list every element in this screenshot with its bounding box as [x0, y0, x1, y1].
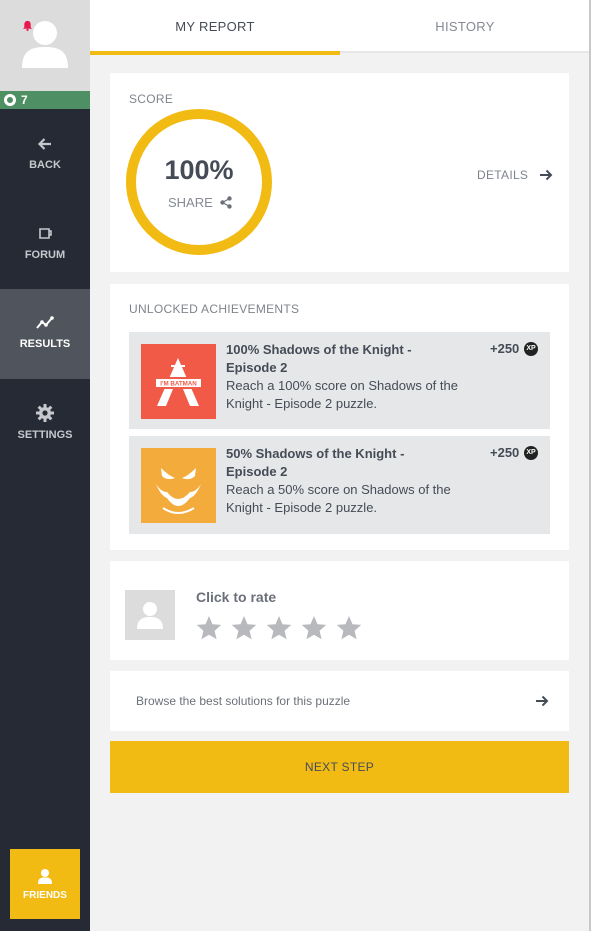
browse-solutions-link[interactable]: Browse the best solutions for this puzzl… [110, 671, 569, 731]
xp-badge-icon: XP [524, 446, 538, 460]
star-icon[interactable] [336, 615, 362, 641]
achievements-label: UNLOCKED ACHIEVEMENTS [129, 302, 300, 316]
nav-forum-label: FORUM [24, 249, 66, 261]
level-bar: 7 [0, 91, 90, 109]
score-value: 100% [164, 155, 234, 185]
nav-results-label: RESULTS [19, 338, 71, 350]
friends-icon [38, 869, 52, 884]
nav-back-label: BACK [29, 159, 61, 171]
sidebar: 7 BACK FORUM RESULTS SETTINGS FRIENDS [0, 0, 90, 931]
achievement-item: I'M BATMAN 100% Shadows of the Knight - … [129, 332, 550, 429]
rate-label: Click to rate [196, 589, 277, 605]
chart-line-icon [36, 316, 54, 329]
achievement-image [141, 448, 216, 523]
user-placeholder-icon [137, 602, 163, 629]
achievement-item: 50% Shadows of the Knight - Episode 2 Re… [129, 436, 550, 534]
nav-results[interactable]: RESULTS [0, 289, 90, 379]
gear-icon [36, 404, 54, 422]
friends-label: FRIENDS [23, 890, 67, 901]
forum-icon [39, 228, 52, 239]
friends-button[interactable]: FRIENDS [10, 849, 80, 919]
level-icon [4, 94, 16, 106]
level-value: 7 [21, 93, 28, 107]
achievement-description: Reach a 100% score on Shadows of the Kni… [226, 378, 458, 411]
share-icon[interactable] [220, 196, 232, 209]
achievement-title: 50% Shadows of the Knight - Episode 2 [226, 446, 405, 479]
share-button[interactable]: SHARE [168, 195, 213, 210]
notification-bell-icon[interactable] [22, 20, 33, 31]
user-avatar[interactable] [0, 0, 90, 91]
joker-face-icon [156, 468, 201, 514]
achievement-description: Reach a 50% score on Shadows of the Knig… [226, 482, 451, 515]
achievement-xp: +250 [490, 445, 520, 460]
arrow-right-icon [536, 695, 549, 707]
nav-settings-label: SETTINGS [17, 429, 73, 441]
star-icon[interactable] [266, 615, 292, 641]
report-tabs: MY REPORT HISTORY [90, 0, 590, 55]
achievement-image: I'M BATMAN [141, 344, 216, 419]
nav-settings[interactable]: SETTINGS [0, 390, 90, 480]
achievements-card: UNLOCKED ACHIEVEMENTS I'M BATMAN 100% Sh… [110, 284, 569, 550]
tab-history[interactable]: HISTORY [340, 0, 590, 53]
details-link[interactable]: DETAILS [477, 168, 528, 182]
browse-solutions-label: Browse the best solutions for this puzzl… [136, 694, 351, 708]
star-icon[interactable] [301, 615, 327, 641]
next-step-button[interactable]: NEXT STEP [110, 741, 569, 793]
rater-avatar [125, 590, 175, 640]
arrow-right-icon[interactable] [539, 168, 553, 182]
xp-badge-icon: XP [524, 342, 538, 356]
nav-forum[interactable]: FORUM [0, 210, 90, 300]
batman-badge-icon: I'M BATMAN [154, 358, 203, 406]
achievement-xp: +250 [490, 341, 520, 356]
nav-back[interactable]: BACK [0, 120, 90, 210]
tab-my-report[interactable]: MY REPORT [90, 0, 340, 55]
star-icon[interactable] [231, 615, 257, 641]
score-label: SCORE [129, 92, 174, 106]
batman-badge-text: I'M BATMAN [160, 381, 197, 388]
star-icon[interactable] [196, 615, 222, 641]
rating-card: Click to rate [110, 561, 569, 660]
arrow-left-icon [37, 138, 51, 150]
score-card: SCORE 100% SHARE DETAILS [110, 73, 569, 272]
achievement-title: 100% Shadows of the Knight - Episode 2 [226, 342, 412, 375]
